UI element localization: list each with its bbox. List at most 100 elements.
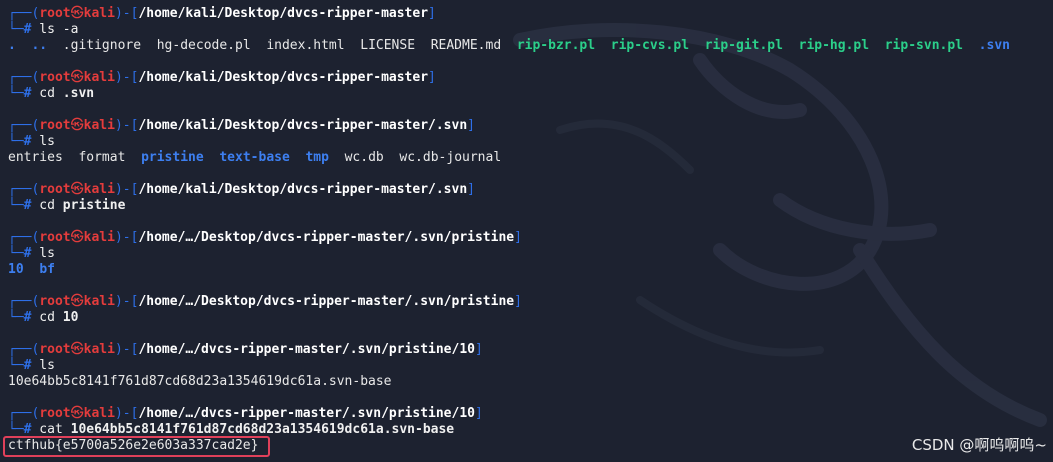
prompt-bracket: ] (467, 182, 475, 197)
command-line: └─# ls (8, 358, 55, 374)
file-entry: index.html (266, 38, 345, 53)
prompt-host: kali (83, 230, 115, 245)
output-line: 10 bf (8, 262, 55, 278)
command-line: └─# cd 10 (8, 310, 78, 326)
prompt-corner: ┌── (8, 294, 32, 309)
directory-entry: text-base (219, 150, 290, 165)
prompt-corner: ┌── (8, 70, 32, 85)
directory-entry: 10 (8, 262, 24, 277)
prompt-corner: ┌── (8, 230, 32, 245)
prompt-line: ┌──(root㉿kali)-[/home/…/dvcs-ripper-mast… (8, 342, 483, 358)
prompt-bracket: ] (514, 230, 522, 245)
prompt-user: root (39, 294, 71, 309)
prompt-bracket: )-[ (114, 230, 139, 245)
prompt-path: /home/…/Desktop/dvcs-ripper-master/.svn/… (138, 230, 515, 245)
prompt-at-symbol: ㉿ (70, 342, 84, 357)
prompt-corner: └─ (8, 246, 24, 261)
file-entry: format (78, 150, 126, 165)
prompt-user: root (39, 6, 71, 21)
prompt-path: /home/kali/Desktop/dvcs-ripper-master/.s… (138, 182, 468, 197)
prompt-bracket: ] (474, 342, 483, 357)
prompt-path: /home/…/dvcs-ripper-master/.svn/pristine… (138, 406, 475, 421)
prompt-corner: └─ (8, 422, 24, 437)
file-entry: entries (8, 150, 63, 165)
prompt-line: ┌──(root㉿kali)-[/home/kali/Desktop/dvcs-… (8, 6, 436, 22)
prompt-corner: ┌── (8, 182, 32, 197)
prompt-path: /home/kali/Desktop/dvcs-ripper-master/.s… (138, 118, 468, 133)
command-line: └─# ls (8, 246, 55, 262)
prompt-corner: └─ (8, 134, 24, 149)
prompt-corner: └─ (8, 86, 24, 101)
prompt-host: kali (83, 294, 115, 309)
directory-entry: tmp (305, 150, 329, 165)
prompt-corner: ┌── (8, 6, 32, 21)
prompt-bracket: ] (428, 6, 436, 21)
prompt-corner: └─ (8, 310, 24, 325)
file-entry: wc.db-journal (399, 150, 502, 165)
prompt-corner: └─ (8, 198, 24, 213)
prompt-corner: └─ (8, 22, 24, 37)
prompt-path: /home/kali/Desktop/dvcs-ripper-master (138, 6, 429, 21)
prompt-host: kali (83, 406, 115, 421)
executable-entry: rip-svn.pl (884, 38, 964, 53)
prompt-bracket: ] (514, 294, 522, 309)
command-line: └─# cd pristine (8, 198, 125, 214)
prompt-bracket: )-[ (114, 118, 139, 133)
output-line: . .. .gitignore hg-decode.pl index.html … (8, 38, 1010, 54)
directory-entry: bf (39, 262, 55, 277)
file-entry: wc.db (344, 150, 384, 165)
executable-entry: rip-git.pl (704, 38, 783, 53)
executable-entry: rip-bzr.pl (516, 38, 596, 53)
prompt-at-symbol: ㉿ (70, 182, 84, 197)
prompt-at-symbol: ㉿ (70, 294, 84, 309)
directory-entry: pristine (141, 150, 204, 165)
prompt-corner: ┌── (8, 118, 32, 133)
prompt-bracket: ] (428, 70, 436, 85)
prompt-bracket: )-[ (114, 294, 139, 309)
prompt-user: root (39, 406, 71, 421)
prompt-host: kali (83, 118, 115, 133)
file-entry: hg-decode.pl (156, 38, 251, 53)
prompt-host: kali (83, 6, 115, 21)
prompt-bracket: ] (474, 406, 483, 421)
prompt-bracket: )-[ (114, 70, 139, 85)
prompt-line: ┌──(root㉿kali)-[/home/…/Desktop/dvcs-rip… (8, 294, 522, 310)
command-name: ls (31, 246, 55, 261)
prompt-line: ┌──(root㉿kali)-[/home/kali/Desktop/dvcs-… (8, 182, 475, 198)
prompt-user: root (39, 70, 71, 85)
flag-highlight-box (3, 436, 270, 457)
prompt-user: root (39, 342, 71, 357)
prompt-host: kali (83, 342, 115, 357)
file-entry: LICENSE (360, 38, 416, 53)
executable-entry: rip-cvs.pl (610, 38, 690, 53)
prompt-user: root (39, 118, 71, 133)
prompt-line: ┌──(root㉿kali)-[/home/kali/Desktop/dvcs-… (8, 70, 436, 86)
prompt-bracket: )-[ (114, 6, 139, 21)
command-argument: .svn (54, 86, 95, 101)
command-argument: 10 (54, 310, 79, 325)
prompt-at-symbol: ㉿ (70, 406, 84, 421)
file-entry: .gitignore (62, 38, 142, 53)
command-name: cat (31, 422, 63, 437)
prompt-path: /home/kali/Desktop/dvcs-ripper-master (138, 70, 429, 85)
directory-entry: . (8, 38, 16, 53)
prompt-path: /home/…/Desktop/dvcs-ripper-master/.svn/… (138, 294, 515, 309)
directory-entry: .svn (978, 38, 1010, 53)
command-line: └─# ls -a (8, 22, 78, 38)
file-entry: 10e64bb5c8141f761d87cd68d23a1354619dc61a… (8, 374, 392, 389)
prompt-user: root (39, 230, 71, 245)
command-name: ls (31, 22, 55, 37)
command-name: ls (31, 134, 55, 149)
output-line: entries format pristine text-base tmp wc… (8, 150, 501, 166)
prompt-at-symbol: ㉿ (70, 6, 84, 21)
command-line: └─# ls (8, 134, 55, 150)
command-name: cd (31, 86, 55, 101)
prompt-line: ┌──(root㉿kali)-[/home/…/dvcs-ripper-mast… (8, 406, 483, 422)
output-line: 10e64bb5c8141f761d87cd68d23a1354619dc61a… (8, 374, 392, 390)
prompt-bracket: )-[ (114, 406, 139, 421)
prompt-host: kali (83, 70, 115, 85)
prompt-user: root (39, 182, 71, 197)
prompt-at-symbol: ㉿ (70, 230, 84, 245)
prompt-host: kali (83, 182, 115, 197)
command-name: cd (31, 198, 55, 213)
